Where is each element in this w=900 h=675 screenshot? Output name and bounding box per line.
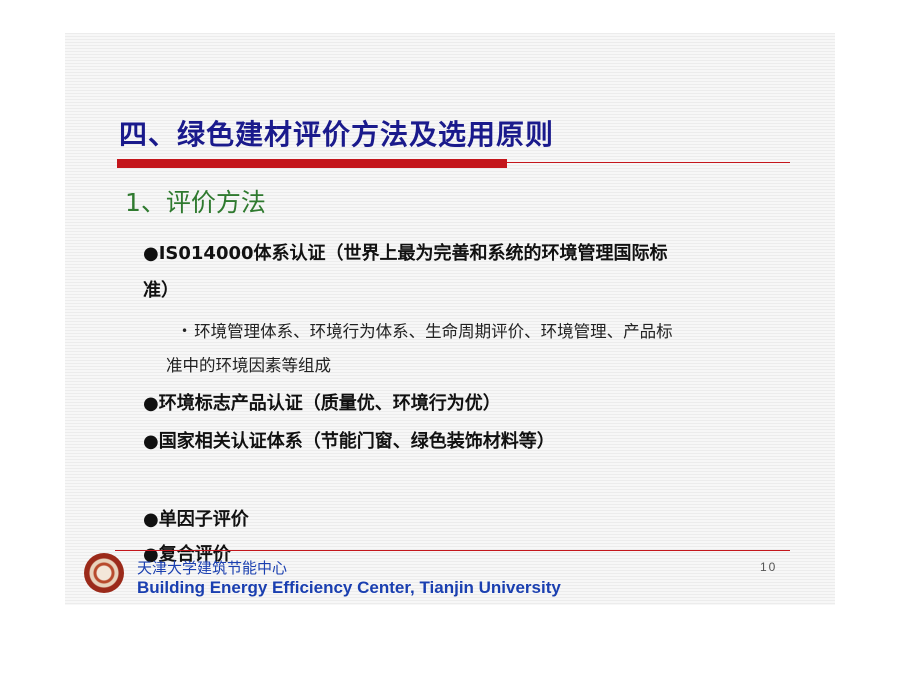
bullet-marker: ● [143,243,159,264]
sub-bullet-text: 环境管理体系、环境行为体系、生命周期评价、环境管理、产品标 [194,322,673,341]
bullet-text: IS014000体系认证（世界上最为完善和系统的环境管理国际标 [158,243,668,264]
bullet-text: 单因子评价 [158,509,249,530]
title-underline-thin [507,162,790,163]
bullet-marker: ● [143,431,159,452]
title-underline-thick [117,159,507,168]
footer-org-en: Building Energy Efficiency Center, Tianj… [137,578,561,597]
bullet-text: 国家相关认证体系（节能门窗、绿色装饰材料等） [158,431,555,452]
sub-bullet-marker: • [181,324,189,338]
sub-bullet-iso-components: • 环境管理体系、环境行为体系、生命周期评价、环境管理、产品标 [181,318,673,342]
page-number: 10 [760,560,778,574]
bullet-marker: ● [143,509,159,530]
bullet-environmental-label: ●环境标志产品认证（质量优、环境行为优） [143,389,501,415]
bullet-iso14000-continued: 准） [143,276,179,302]
university-seal-icon [84,553,124,593]
sub-bullet-iso-components-continued: 准中的环境因素等组成 [166,352,331,376]
bullet-single-factor: ●单因子评价 [143,505,249,531]
bullet-text: 环境标志产品认证（质量优、环境行为优） [158,393,501,414]
slide-title: 四、绿色建材评价方法及选用原则 [119,118,555,151]
bullet-national-certification: ●国家相关认证体系（节能门窗、绿色装饰材料等） [143,427,555,453]
footer-divider [115,550,790,551]
section-subtitle: 1、评价方法 [125,188,266,217]
bullet-marker: ● [143,393,159,414]
sub-bullet-text: 准中的环境因素等组成 [166,356,331,375]
bullet-iso14000: ●IS014000体系认证（世界上最为完善和系统的环境管理国际标 [143,239,668,265]
bullet-text: 准） [143,280,179,301]
footer-org-cn: 天津大学建筑节能中心 [137,559,288,577]
slide: 四、绿色建材评价方法及选用原则 1、评价方法 ●IS014000体系认证（世界上… [65,33,835,605]
